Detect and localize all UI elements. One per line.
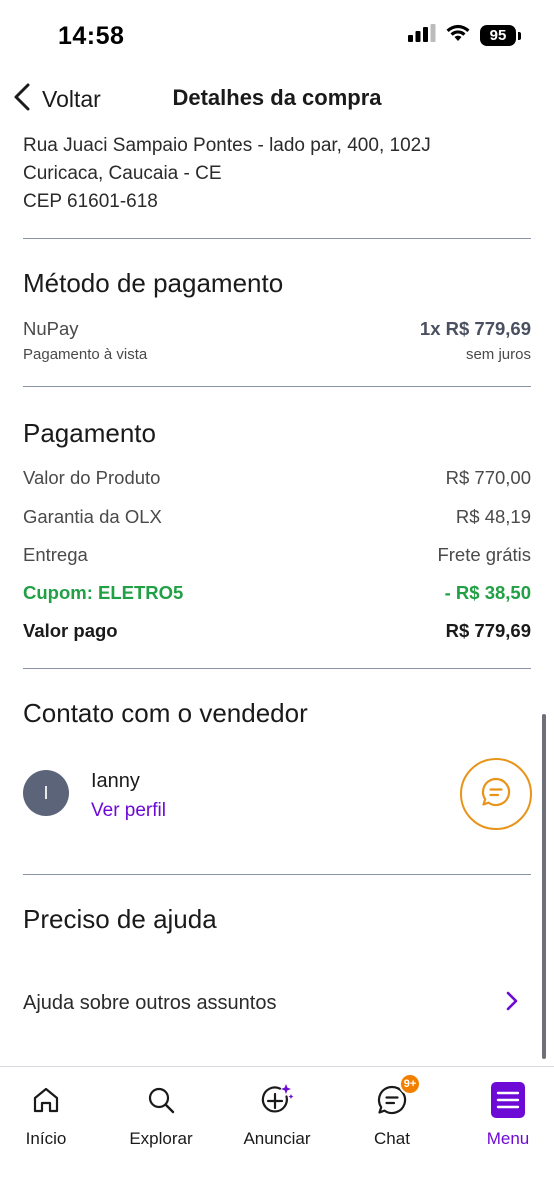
payment-row-coupon: Cupom: ELETRO5 - R$ 38,50 [23,582,531,604]
payment-row-warranty: Garantia da OLX R$ 48,19 [23,506,531,528]
wifi-icon [446,24,470,47]
payment-title: Pagamento [23,418,156,448]
row-value: Frete grátis [437,544,531,565]
seller-contact-title: Contato com o vendedor [23,698,308,728]
tab-inicio[interactable]: Início [0,1083,96,1149]
tab-label: Chat [374,1129,410,1148]
help-other-topics-item[interactable]: Ajuda sobre outros assuntos [23,990,519,1017]
address-line-city: Curicaca, Caucaia - CE [23,163,222,184]
status-icons: 95 [408,24,521,47]
signal-icon [408,24,436,47]
tab-chat[interactable]: 9+ Chat [342,1073,442,1149]
view-profile-link[interactable]: Ver perfil [91,800,166,822]
row-label: Valor pago [23,620,118,641]
row-label: Garantia da OLX [23,506,162,527]
row-label: Entrega [23,544,88,565]
delivery-address: Rua Juaci Sampaio Pontes - lado par, 400… [23,132,431,216]
seller-name: Ianny [91,770,140,792]
chevron-right-icon [505,990,519,1017]
tab-anunciar[interactable]: Anunciar [227,1083,327,1149]
scrollbar[interactable] [542,714,546,1059]
tab-label: Explorar [129,1129,193,1148]
chat-bubble-icon [480,776,512,813]
unread-badge: 9+ [399,1073,421,1095]
help-item-label: Ajuda sobre outros assuntos [23,992,277,1014]
chat-icon: 9+ [375,1073,421,1117]
status-bar: 14:58 95 [0,0,554,70]
tab-label: Início [25,1129,67,1148]
nav-header: Voltar Detalhes da compra [0,76,554,120]
search-icon [144,1083,178,1117]
payment-row-product: Valor do Produto R$ 770,00 [23,467,531,489]
home-icon [29,1083,63,1117]
payment-method-title: Método de pagamento [23,268,284,298]
row-value: - R$ 38,50 [444,582,531,603]
tab-label: Menu [486,1129,530,1148]
tab-menu[interactable]: Menu [458,1082,554,1149]
bottom-tab-bar: Início Explorar Anunciar 9+ Chat Menu [0,1066,554,1199]
payment-method-sub: Pagamento à vista [23,346,148,363]
payment-method-amount-block: 1x R$ 779,69 sem juros [420,318,531,363]
status-time: 14:58 [58,22,125,50]
payment-row-total: Valor pago R$ 779,69 [23,620,531,642]
row-label: Cupom: ELETRO5 [23,582,184,603]
add-sparkle-icon [260,1083,294,1117]
tab-explorar[interactable]: Explorar [111,1083,211,1149]
divider [23,238,531,239]
divider [23,386,531,387]
row-value: R$ 48,19 [455,506,531,527]
page-title: Detalhes da compra [172,85,382,110]
payment-installment-amount: 1x R$ 779,69 [419,318,531,339]
divider [23,668,531,669]
battery-indicator: 95 [480,25,521,46]
help-title: Preciso de ajuda [23,904,217,934]
menu-icon [491,1082,525,1118]
payment-row-delivery: Entrega Frete grátis [23,544,531,566]
row-value: R$ 779,69 [445,620,531,641]
row-value: R$ 770,00 [445,467,531,488]
row-label: Valor do Produto [23,467,161,488]
address-line-street: Rua Juaci Sampaio Pontes - lado par, 400… [23,135,431,156]
address-line-cep: CEP 61601-618 [23,191,158,212]
divider [23,874,531,875]
payment-method-name: NuPay [23,318,79,339]
chat-with-seller-button[interactable] [460,758,532,830]
tab-label: Anunciar [243,1129,311,1148]
avatar: I [23,770,69,816]
payment-method-info: NuPay Pagamento à vista [23,318,147,363]
payment-interest-note: sem juros [465,346,531,363]
